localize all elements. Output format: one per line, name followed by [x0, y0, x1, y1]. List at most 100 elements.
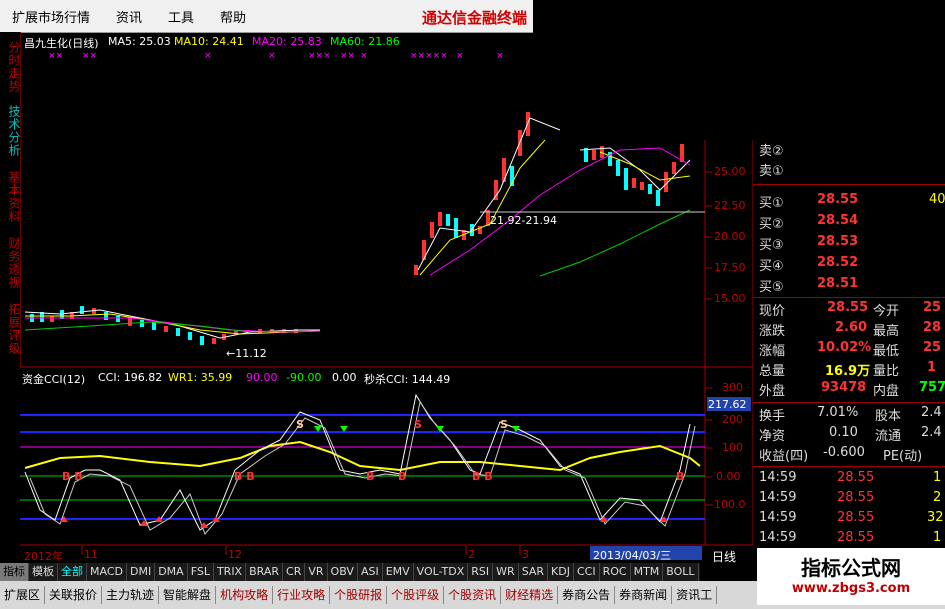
- stat-value: 16.9万: [825, 364, 871, 379]
- tick-row: 14:59 28.55 1: [753, 530, 945, 550]
- timeline-label: 3: [522, 548, 529, 561]
- ma-right-yellow2: [599, 151, 691, 181]
- tab-obv[interactable]: OBV: [328, 563, 358, 581]
- stat2-row: 净资 0.10 流通 2.4: [753, 425, 945, 445]
- ma10-label: MA10: 24.41: [174, 35, 244, 48]
- tab-related-quotes[interactable]: 关联报价: [45, 586, 103, 604]
- tab-mtm[interactable]: MTM: [631, 563, 664, 581]
- tab-stock-rating[interactable]: 个股评级: [387, 586, 445, 604]
- tab-stock-news[interactable]: 个股资讯: [444, 586, 502, 604]
- tab-news-tools[interactable]: 资讯工: [672, 586, 718, 604]
- sell-level-label: 卖①: [759, 164, 784, 179]
- stat-value: 7.01%: [817, 405, 859, 420]
- watermark-url: www.zbgs3.com: [791, 581, 911, 596]
- tab-broker-notices[interactable]: 券商公告: [558, 586, 616, 604]
- stat-label: 最低: [873, 344, 900, 359]
- buy-price: 28.52: [817, 255, 859, 270]
- timeline-label: 12: [228, 548, 242, 561]
- stat-label: 流通: [875, 429, 902, 444]
- tab-wr[interactable]: WR: [493, 563, 519, 581]
- stat-label: 今开: [873, 304, 900, 319]
- tick-volume: 1: [933, 470, 942, 485]
- ma20-label: MA20: 25.83: [252, 35, 322, 48]
- ma60-label: MA60: 21.86: [330, 35, 400, 48]
- svg-text:S: S: [414, 418, 422, 431]
- tick-price: 28.55: [837, 530, 875, 545]
- tab-finance-picks[interactable]: 财经精选: [501, 586, 559, 604]
- ma5-label: MA5: 25.03: [108, 35, 171, 48]
- stat-label: 换手: [759, 409, 786, 424]
- buy-row: 买⑤ 28.51: [753, 276, 945, 296]
- price-axis-ticks: [705, 171, 712, 300]
- tab-sar[interactable]: SAR: [519, 563, 549, 581]
- timeline-label: 2: [468, 548, 475, 561]
- svg-text:××: ××: [48, 51, 63, 61]
- tab-indicator[interactable]: 指标: [0, 563, 29, 581]
- indicator-name: 资金CCI(12): [22, 373, 86, 386]
- tab-main-force[interactable]: 主力轨迹: [102, 586, 160, 604]
- tick-time: 14:59: [759, 470, 797, 485]
- svg-text:×××: ×××: [308, 51, 331, 61]
- price-axis-label: 22.50: [714, 199, 746, 212]
- svg-text:×: ×: [360, 51, 368, 61]
- cci-yellow-line: [24, 440, 701, 472]
- tab-all[interactable]: 全部: [58, 563, 87, 581]
- tab-industry[interactable]: 行业攻略: [273, 586, 331, 604]
- cci-white-line-2: [29, 400, 696, 535]
- tab-cr[interactable]: CR: [283, 563, 306, 581]
- tab-dmi[interactable]: DMI: [127, 563, 156, 581]
- stat-row: 涨跌 2.60 最高 28: [753, 320, 945, 340]
- tab-rsi[interactable]: RSI: [468, 563, 494, 581]
- tab-kdj[interactable]: KDJ: [548, 563, 574, 581]
- tab-institution[interactable]: 机构攻略: [216, 586, 274, 604]
- tick-row: 14:59 28.55 2: [753, 490, 945, 510]
- tab-asi[interactable]: ASI: [358, 563, 383, 581]
- cci-value: CCI: 196.82: [98, 371, 163, 384]
- tab-dma[interactable]: DMA: [155, 563, 188, 581]
- tab-stock-research[interactable]: 个股研报: [330, 586, 388, 604]
- tab-extension-area[interactable]: 扩展区: [0, 586, 46, 604]
- quote-panel: 卖② 卖① 买① 28.55 40 买② 28.54 买③ 28.53 买④ 2…: [753, 140, 945, 545]
- buy-price: 28.54: [817, 213, 859, 228]
- tab-fsl[interactable]: FSL: [188, 563, 214, 581]
- stat-value: 2.60: [835, 320, 868, 335]
- timeline-label: 2012年: [24, 550, 63, 563]
- stat-value: 28.55: [827, 300, 869, 315]
- tick-volume: 1: [933, 530, 942, 545]
- tab-smart-analysis[interactable]: 智能解盘: [159, 586, 217, 604]
- tab-macd[interactable]: MACD: [87, 563, 127, 581]
- cci-axis-label: 300: [722, 381, 743, 394]
- stat-value: 93478: [821, 380, 867, 395]
- tab-template[interactable]: 模板: [29, 563, 58, 581]
- stat-label: 净资: [759, 429, 786, 444]
- stat-row: 涨幅 10.02% 最低 25: [753, 340, 945, 360]
- timeline-label: 11: [84, 548, 98, 561]
- tab-brar[interactable]: BRAR: [246, 563, 284, 581]
- stat-value: 28: [923, 320, 942, 335]
- stock-name: 昌九生化(日线): [24, 37, 99, 50]
- stat-value: 0.10: [829, 425, 858, 440]
- svg-text:B B: B B: [62, 470, 83, 483]
- buy-price: 28.53: [817, 234, 859, 249]
- stat-label: 涨幅: [759, 344, 786, 359]
- tab-vol-tdx[interactable]: VOL-TDX: [414, 563, 469, 581]
- tab-emv[interactable]: EMV: [383, 563, 414, 581]
- tab-vr[interactable]: VR: [305, 563, 328, 581]
- tick-row: 14:59 28.55 1: [753, 470, 945, 490]
- buy-price: 28.51: [817, 276, 859, 291]
- stat-value: 757: [919, 380, 945, 395]
- svg-text:S: S: [500, 418, 508, 431]
- tab-broker-news[interactable]: 券商新闻: [615, 586, 673, 604]
- level-zero: 0.00: [332, 371, 357, 384]
- buy-level-label: 买③: [759, 238, 784, 253]
- ma-right-yellow: [419, 139, 546, 276]
- tab-boll[interactable]: BOLL: [663, 563, 699, 581]
- tab-trix[interactable]: TRIX: [214, 563, 247, 581]
- tab-roc[interactable]: ROC: [600, 563, 631, 581]
- period-label[interactable]: 日线: [712, 548, 736, 565]
- wr1-value: WR1: 35.99: [168, 371, 233, 384]
- tab-cci[interactable]: CCI: [574, 563, 600, 581]
- candles-left: [30, 306, 298, 345]
- cci-axis-label: 200: [722, 413, 743, 426]
- stat-row: 外盘 93478 内盘 757: [753, 380, 945, 400]
